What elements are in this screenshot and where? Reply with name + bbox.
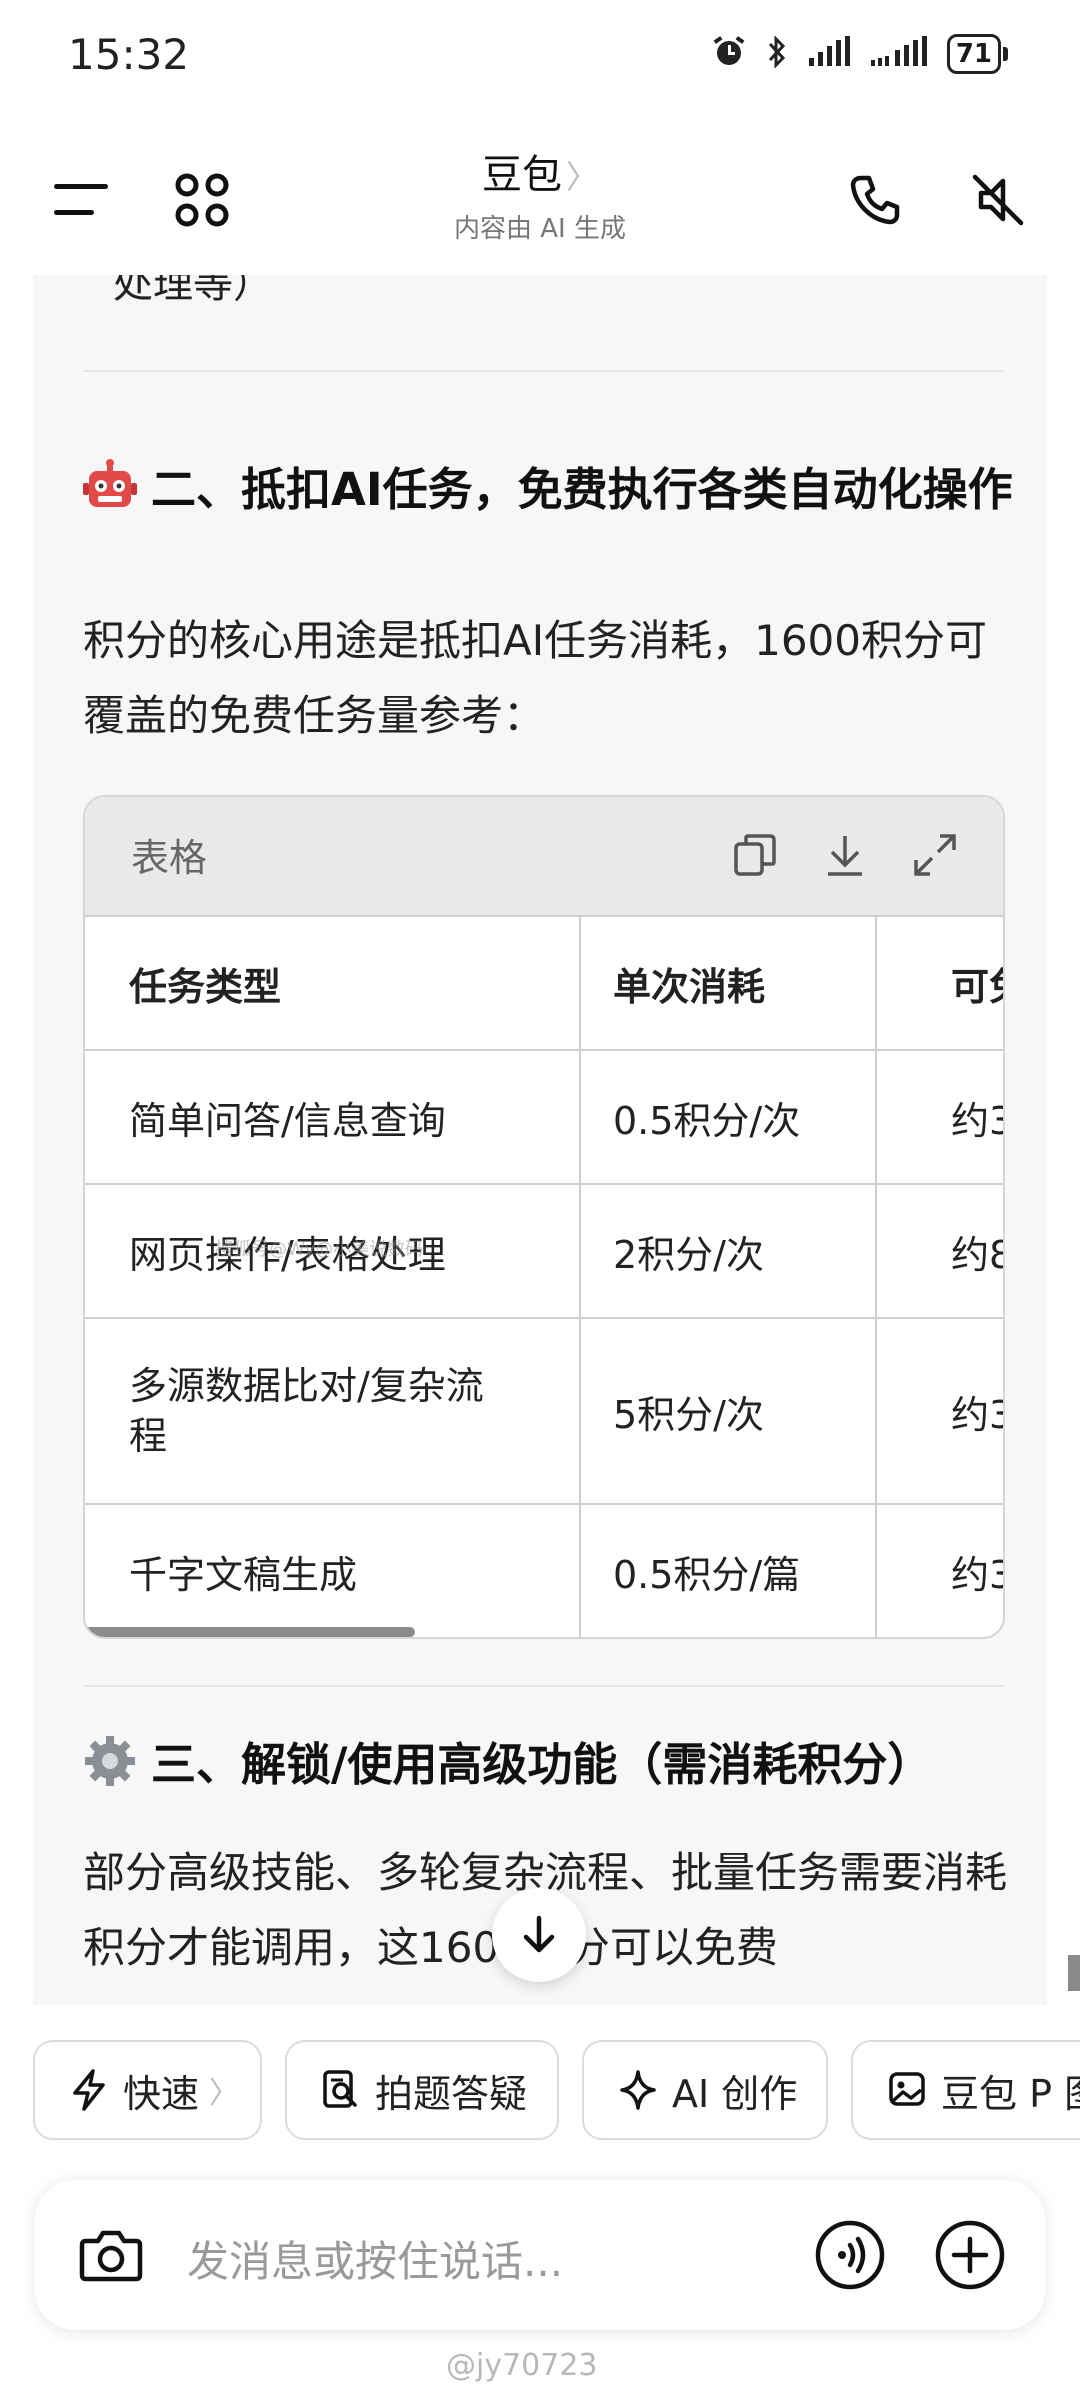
table-cell: 千字文稿生成 (129, 1552, 358, 1597)
chat-title-area[interactable]: 豆包〉 内容由 AI 生成 (0, 142, 1080, 245)
page-scrollbar[interactable] (1068, 1955, 1080, 1991)
voice-wave-icon (815, 2220, 885, 2290)
status-time: 15:32 (68, 30, 190, 79)
status-bar: 15:32 71 (0, 0, 1080, 110)
chip-label: 拍题答疑 (375, 2071, 528, 2116)
divider (83, 1685, 1003, 1687)
table-cell: 0.5积分/篇 (613, 1552, 801, 1597)
chip-image-edit[interactable]: 豆包 P 图 (851, 2040, 1080, 2140)
status-icons: 71 (711, 34, 1008, 74)
scroll-to-bottom-button[interactable] (492, 1888, 586, 1982)
photo-search-icon (323, 2070, 357, 2108)
ai-generated-note: 内容由 AI 生成 (454, 214, 626, 244)
header-cell: 单次消耗 (613, 964, 766, 1009)
task-cost-table-full: 表格 任务类型 单次消耗 可免 简单问答/信息查询 0.5积分/次 约32 网页… (83, 795, 1005, 1639)
chip-label: AI 创作 (672, 2071, 798, 2116)
weibo-watermark: @jy70723 (446, 2348, 598, 2383)
chevron-right-icon: 〉 (209, 2076, 240, 2111)
section2-paragraph: 积分的核心用途是抵扣AI任务消耗，1600积分可覆盖的免费任务量参考： (83, 616, 988, 740)
call-button[interactable] (835, 160, 915, 240)
faint-watermark: 搜狐号@Wy@小美说数码 (215, 1239, 424, 1260)
table-cell: 约32 (951, 1098, 1003, 1143)
table-row: 千字文稿生成 0.5积分/篇 约32 (85, 1505, 1003, 1637)
chip-quick[interactable]: 快速〉 (33, 2040, 262, 2140)
arrow-down-icon (523, 1915, 555, 1953)
sparkle-icon (620, 2070, 656, 2110)
table-cell: 5积分/次 (613, 1392, 764, 1437)
table-cell: 约32 (951, 1552, 1003, 1597)
image-edit-icon (889, 2072, 925, 2106)
header-cell: 可免 (951, 964, 1003, 1009)
cut-off-text: 处理等） (113, 275, 273, 307)
table-cell: 2积分/次 (613, 1232, 764, 1277)
bluetooth-icon (765, 34, 789, 74)
table-cell: 0.5积分/次 (613, 1098, 801, 1143)
section2-title: 二、抵扣AI任务，免费执行各类自动化操作 (83, 450, 1023, 530)
add-button[interactable] (930, 2215, 1010, 2295)
chevron-right-icon: 〉 (565, 158, 598, 196)
gear-emoji-icon (83, 1733, 137, 1787)
chip-photo-answer[interactable]: 拍题答疑 (285, 2040, 559, 2140)
battery-tip (1003, 47, 1008, 61)
message-input[interactable]: 发消息或按住说话... (187, 2228, 563, 2289)
table-label: 表格 (131, 836, 208, 880)
table-toolbar-full: 表格 (85, 797, 1003, 917)
signal-2-icon (869, 36, 929, 72)
table-cell: 约32 (951, 1392, 1003, 1437)
section2-title-text: 二、抵扣AI任务，免费执行各类自动化操作 (151, 463, 1013, 516)
download-button[interactable] (815, 825, 875, 885)
table-row: 简单问答/信息查询 0.5积分/次 约32 (85, 1051, 1003, 1185)
message-input-bar: 发消息或按住说话... (35, 2180, 1045, 2330)
table-cell: 多源数据比对/复杂流程 (129, 1364, 484, 1458)
table-cell: 简单问答/信息查询 (129, 1098, 446, 1143)
battery-indicator: 71 (946, 34, 1001, 74)
section3-title: 三、解锁/使用高级功能（需消耗积分） (83, 1725, 1023, 1805)
voice-button[interactable] (810, 2215, 890, 2295)
download-icon (828, 836, 862, 876)
copy-icon (734, 834, 776, 876)
copy-button[interactable] (725, 825, 785, 885)
robot-emoji-icon (83, 458, 137, 512)
mute-button[interactable] (958, 160, 1038, 240)
expand-icon (914, 834, 956, 876)
chat-header: 豆包〉 内容由 AI 生成 (0, 130, 1080, 260)
table-row: 多源数据比对/复杂流程 5积分/次 约32 (85, 1319, 1003, 1505)
camera-button[interactable] (71, 2215, 151, 2295)
phone-icon (850, 175, 900, 225)
chip-label: 豆包 P 图 (941, 2071, 1080, 2116)
section3-title-text: 三、解锁/使用高级功能（需消耗积分） (151, 1738, 933, 1791)
chat-title[interactable]: 豆包 (482, 152, 562, 198)
alarm-icon (711, 34, 747, 74)
signal-icon (807, 36, 851, 72)
expand-button[interactable] (905, 825, 965, 885)
plus-icon (935, 2220, 1005, 2290)
speaker-off-icon (972, 174, 1024, 226)
table-cell: 约80 (951, 1232, 1003, 1277)
quick-action-chips: 快速〉 拍题答疑 AI 创作 豆包 P 图 (0, 2040, 1080, 2150)
divider (83, 370, 1003, 372)
battery-level: 71 (955, 39, 992, 69)
header-cell: 任务类型 (129, 964, 282, 1009)
table-horizontal-scrollbar[interactable] (85, 1627, 415, 1637)
table-header-row: 任务类型 单次消耗 可免 (85, 917, 1003, 1051)
chip-ai-create[interactable]: AI 创作 (582, 2040, 828, 2140)
chip-label: 快速 (123, 2071, 200, 2116)
bolt-icon (73, 2069, 105, 2111)
camera-icon (79, 2230, 143, 2282)
